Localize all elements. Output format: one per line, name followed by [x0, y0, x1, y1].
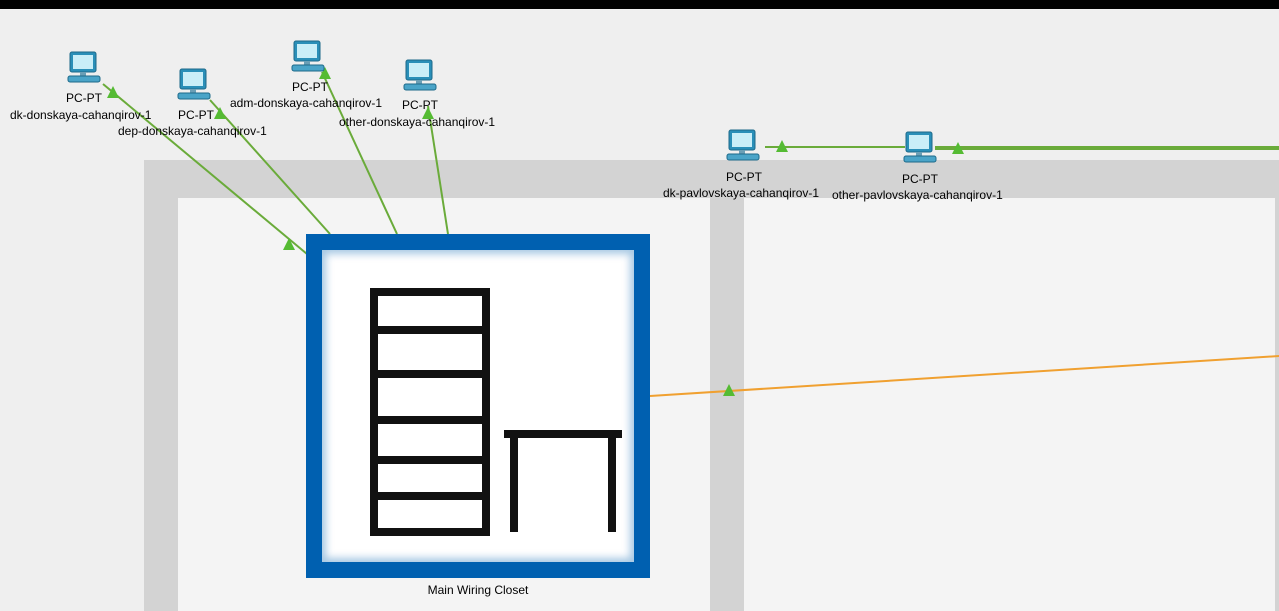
main-wiring-closet[interactable] — [306, 234, 650, 578]
device-type-label: PC-PT — [726, 170, 762, 184]
device-name-label: dk-donskaya-cahanqirov-1 — [10, 108, 152, 122]
pc-icon — [67, 51, 101, 83]
device-type-label: PC-PT — [902, 172, 938, 186]
fiber-link — [649, 355, 1279, 397]
pc-icon — [177, 68, 211, 100]
closet-panel — [322, 250, 634, 562]
device-name-label: other-pavlovskaya-cahanqirov-1 — [832, 188, 1003, 202]
pc-icon — [403, 59, 437, 91]
device-type-label: PC-PT — [402, 98, 438, 112]
link-up-marker — [214, 107, 226, 119]
wiring-closet-icon — [370, 288, 622, 536]
pc-icon — [291, 40, 325, 72]
device-type-label: PC-PT — [66, 91, 102, 105]
device-name-label: other-donskaya-cahanqirov-1 — [339, 115, 496, 129]
link-dep-donskaya — [209, 99, 331, 235]
pc-icon — [903, 131, 937, 163]
device-name-label: dk-pavlovskaya-cahanqirov-1 — [663, 186, 820, 200]
device-name-label: adm-donskaya-cahanqirov-1 — [230, 96, 383, 110]
closet-label: Main Wiring Closet — [427, 583, 529, 597]
device-name-label: dep-donskaya-cahanqirov-1 — [118, 124, 267, 138]
pc-icon — [726, 129, 760, 161]
link-up-marker — [283, 238, 295, 250]
device-type-label: PC-PT — [178, 108, 214, 122]
device-type-label: PC-PT — [292, 80, 328, 94]
